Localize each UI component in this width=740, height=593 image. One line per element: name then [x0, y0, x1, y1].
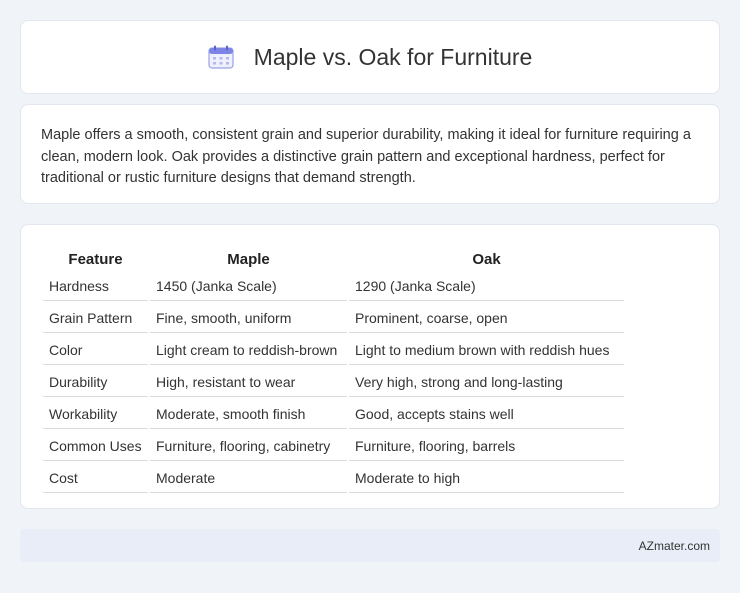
page-title: Maple vs. Oak for Furniture — [253, 43, 533, 70]
table-row: Durability High, resistant to wear Very … — [43, 367, 624, 397]
intro-card: Maple offers a smooth, consistent grain … — [20, 104, 720, 204]
maple-cell: High, resistant to wear — [150, 367, 347, 397]
table-row: Color Light cream to reddish-brown Light… — [43, 335, 624, 365]
maple-cell: 1450 (Janka Scale) — [150, 271, 347, 301]
feature-cell: Workability — [43, 399, 148, 429]
table-row: Common Uses Furniture, flooring, cabinet… — [43, 431, 624, 461]
oak-cell: Good, accepts stains well — [349, 399, 624, 429]
feature-cell: Common Uses — [43, 431, 148, 461]
oak-cell: Light to medium brown with reddish hues — [349, 335, 624, 365]
table-card: Feature Maple Oak Hardness 1450 (Janka S… — [20, 224, 720, 509]
maple-cell: Moderate — [150, 463, 347, 493]
table-row: Cost Moderate Moderate to high — [43, 463, 624, 493]
oak-cell: Furniture, flooring, barrels — [349, 431, 624, 461]
footer: AZmater.com — [20, 529, 720, 562]
feature-cell: Grain Pattern — [43, 303, 148, 333]
table-row: Workability Moderate, smooth finish Good… — [43, 399, 624, 429]
table-row: Hardness 1450 (Janka Scale) 1290 (Janka … — [43, 271, 624, 301]
oak-cell: Very high, strong and long-lasting — [349, 367, 624, 397]
feature-cell: Hardness — [43, 271, 148, 301]
column-header-oak: Oak — [472, 251, 501, 268]
column-header-maple: Maple — [227, 251, 270, 268]
feature-cell: Durability — [43, 367, 148, 397]
maple-cell: Light cream to reddish-brown — [150, 335, 347, 365]
maple-cell: Fine, smooth, uniform — [150, 303, 347, 333]
intro-text: Maple offers a smooth, consistent grain … — [41, 127, 691, 186]
column-header-feature: Feature — [68, 251, 123, 268]
calendar-icon — [208, 45, 234, 69]
title-card: Maple vs. Oak for Furniture — [20, 20, 720, 94]
comparison-table: Feature Maple Oak Hardness 1450 (Janka S… — [41, 245, 626, 495]
oak-cell: Moderate to high — [349, 463, 624, 493]
maple-cell: Moderate, smooth finish — [150, 399, 347, 429]
table-header-row: Feature Maple Oak — [43, 247, 624, 269]
oak-cell: Prominent, coarse, open — [349, 303, 624, 333]
feature-cell: Cost — [43, 463, 148, 493]
feature-cell: Color — [43, 335, 148, 365]
oak-cell: 1290 (Janka Scale) — [349, 271, 624, 301]
footer-brand: AZmater.com — [638, 538, 710, 553]
maple-cell: Furniture, flooring, cabinetry — [150, 431, 347, 461]
table-row: Grain Pattern Fine, smooth, uniform Prom… — [43, 303, 624, 333]
